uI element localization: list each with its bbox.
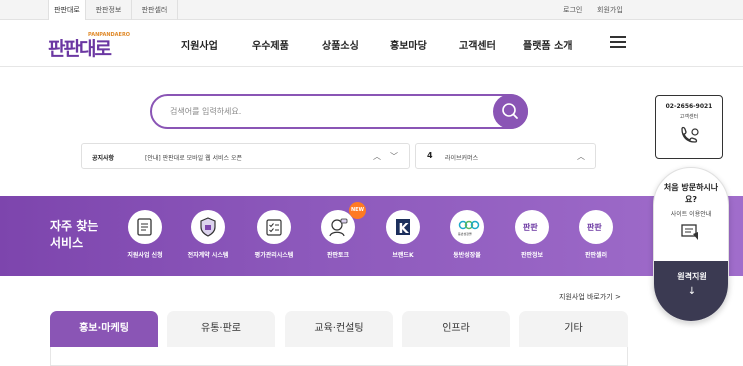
nav-customer-center[interactable]: 고객센터 [459, 37, 496, 52]
logo-text: 판판대로 [48, 38, 111, 60]
top-tab-panpan-seller[interactable]: 판판셀러 [132, 0, 178, 20]
application-icon [128, 210, 162, 244]
notice-ticker[interactable]: 공지사항 [안내] 판판대로 모바일 웹 서비스 오픈 ︿ ﹀ [81, 143, 410, 169]
top-tab-panpan-info[interactable]: 판판정보 [86, 0, 132, 20]
service-panpan-seller[interactable]: 판판 판판셀러 [564, 210, 628, 259]
service-label: 브랜드K [392, 252, 414, 259]
cs-label: 고객센터 [679, 114, 699, 120]
service-evaluation[interactable]: 평가관리시스템 [242, 210, 306, 259]
menu-icon[interactable] [610, 36, 626, 49]
arrow-down-icon: ↓ [687, 286, 697, 297]
search-button[interactable] [493, 94, 528, 129]
remote-support-button[interactable]: 원격지원 ↓ [654, 261, 728, 321]
site-logo[interactable]: PANPANDAERO 판판대로 [48, 28, 138, 60]
site-header: PANPANDAERO 판판대로 지원사업 우수제품 상품소싱 홍보마당 고객센… [0, 20, 743, 67]
headset-icon [681, 126, 699, 143]
service-label: 지원사업 신청 [127, 252, 163, 259]
support-shortcut-link[interactable]: 지원사업 바로가기 > [559, 292, 621, 302]
service-label: 동반성장몰 [453, 252, 481, 259]
frequent-services-band: 자주 찾는 서비스 지원사업 신청 전자계약 시스템 평가관리시스템 판판토크 … [0, 196, 743, 276]
site-guide-link[interactable]: 사이트 이용안내 [654, 209, 728, 218]
services-title: 자주 찾는 서비스 [50, 219, 99, 250]
svg-text:판판: 판판 [523, 222, 538, 232]
panpan-seller-icon: 판판 [579, 210, 613, 244]
service-label: 전자계약 시스템 [187, 252, 229, 259]
chevron-up-icon[interactable]: ︿ [373, 151, 381, 162]
live-ranking[interactable]: 4 라이브커머스 ︿ [415, 143, 596, 169]
mall-icon: 동반성장몰 [450, 210, 484, 244]
tab-marketing[interactable]: 홍보·마케팅 [50, 311, 158, 347]
tab-content-panel [50, 347, 628, 366]
rank-text[interactable]: 라이브커머스 [445, 153, 478, 162]
tab-distribution[interactable]: 유통·판로 [167, 311, 275, 347]
tab-infrastructure[interactable]: 인프라 [402, 311, 510, 347]
service-label: 판판셀러 [584, 252, 608, 259]
service-support-apply[interactable]: 지원사업 신청 [113, 210, 177, 259]
signup-link[interactable]: 회원가입 [597, 0, 623, 20]
search-icon [502, 103, 518, 119]
logo-icon: PANPANDAERO 판판대로 [48, 32, 130, 60]
nav-support[interactable]: 지원사업 [181, 37, 218, 52]
svg-text:동반성장몰: 동반성장몰 [458, 231, 472, 236]
service-label: 평가관리시스템 [254, 252, 294, 259]
search-placeholder: 검색어를 입력하세요. [170, 107, 242, 116]
nav-sourcing[interactable]: 상품소싱 [322, 37, 359, 52]
search-bar[interactable]: 검색어를 입력하세요. [150, 94, 528, 129]
nav-platform-intro[interactable]: 플랫폼 소개 [523, 37, 572, 52]
cs-phone: 02-2656-9021 [665, 103, 713, 110]
login-link[interactable]: 로그인 [563, 0, 582, 20]
panpan-info-icon: 판판 [515, 210, 549, 244]
first-visit-question: 처음 방문하시나요? [663, 183, 719, 204]
chevron-down-icon[interactable]: ﹀ [390, 151, 398, 162]
remote-support-label: 원격지원 [677, 272, 707, 281]
customer-center-box[interactable]: 02-2656-9021 고객센터 [655, 95, 723, 159]
evaluation-icon [257, 210, 291, 244]
svg-text:판판: 판판 [587, 222, 602, 232]
notice-label: 공지사항 [92, 155, 115, 162]
guide-screen-icon[interactable] [680, 223, 702, 243]
service-panpan-info[interactable]: 판판 판판정보 [500, 210, 564, 259]
nav-products[interactable]: 우수제품 [252, 37, 289, 52]
service-brand-k[interactable]: K 브랜드K [371, 210, 435, 259]
nav-promotion[interactable]: 홍보마당 [390, 37, 427, 52]
contract-shield-icon [191, 210, 225, 244]
top-tab-panpandaero[interactable]: 판판대로 [48, 0, 86, 20]
service-label: 판판토크 [326, 252, 350, 259]
svg-text:K: K [399, 222, 410, 237]
service-label: 판판정보 [520, 252, 544, 259]
service-shared-growth-mall[interactable]: 동반성장몰 동반성장몰 [435, 210, 499, 259]
tab-etc[interactable]: 기타 [519, 311, 628, 347]
tab-education[interactable]: 교육·컨설팅 [285, 311, 393, 347]
notice-text[interactable]: [안내] 판판대로 모바일 웹 서비스 오픈 [145, 153, 242, 162]
service-e-contract[interactable]: 전자계약 시스템 [176, 210, 240, 259]
chevron-up-icon[interactable]: ︿ [577, 151, 585, 162]
brandk-icon: K [386, 210, 420, 244]
rank-number: 4 [427, 151, 433, 160]
first-visit-widget: 처음 방문하시나요? 사이트 이용안내 원격지원 ↓ [653, 167, 729, 322]
new-badge: NEW [349, 202, 366, 219]
top-utility-bar: 판판대로 판판정보 판판셀러 로그인 회원가입 [0, 0, 743, 20]
